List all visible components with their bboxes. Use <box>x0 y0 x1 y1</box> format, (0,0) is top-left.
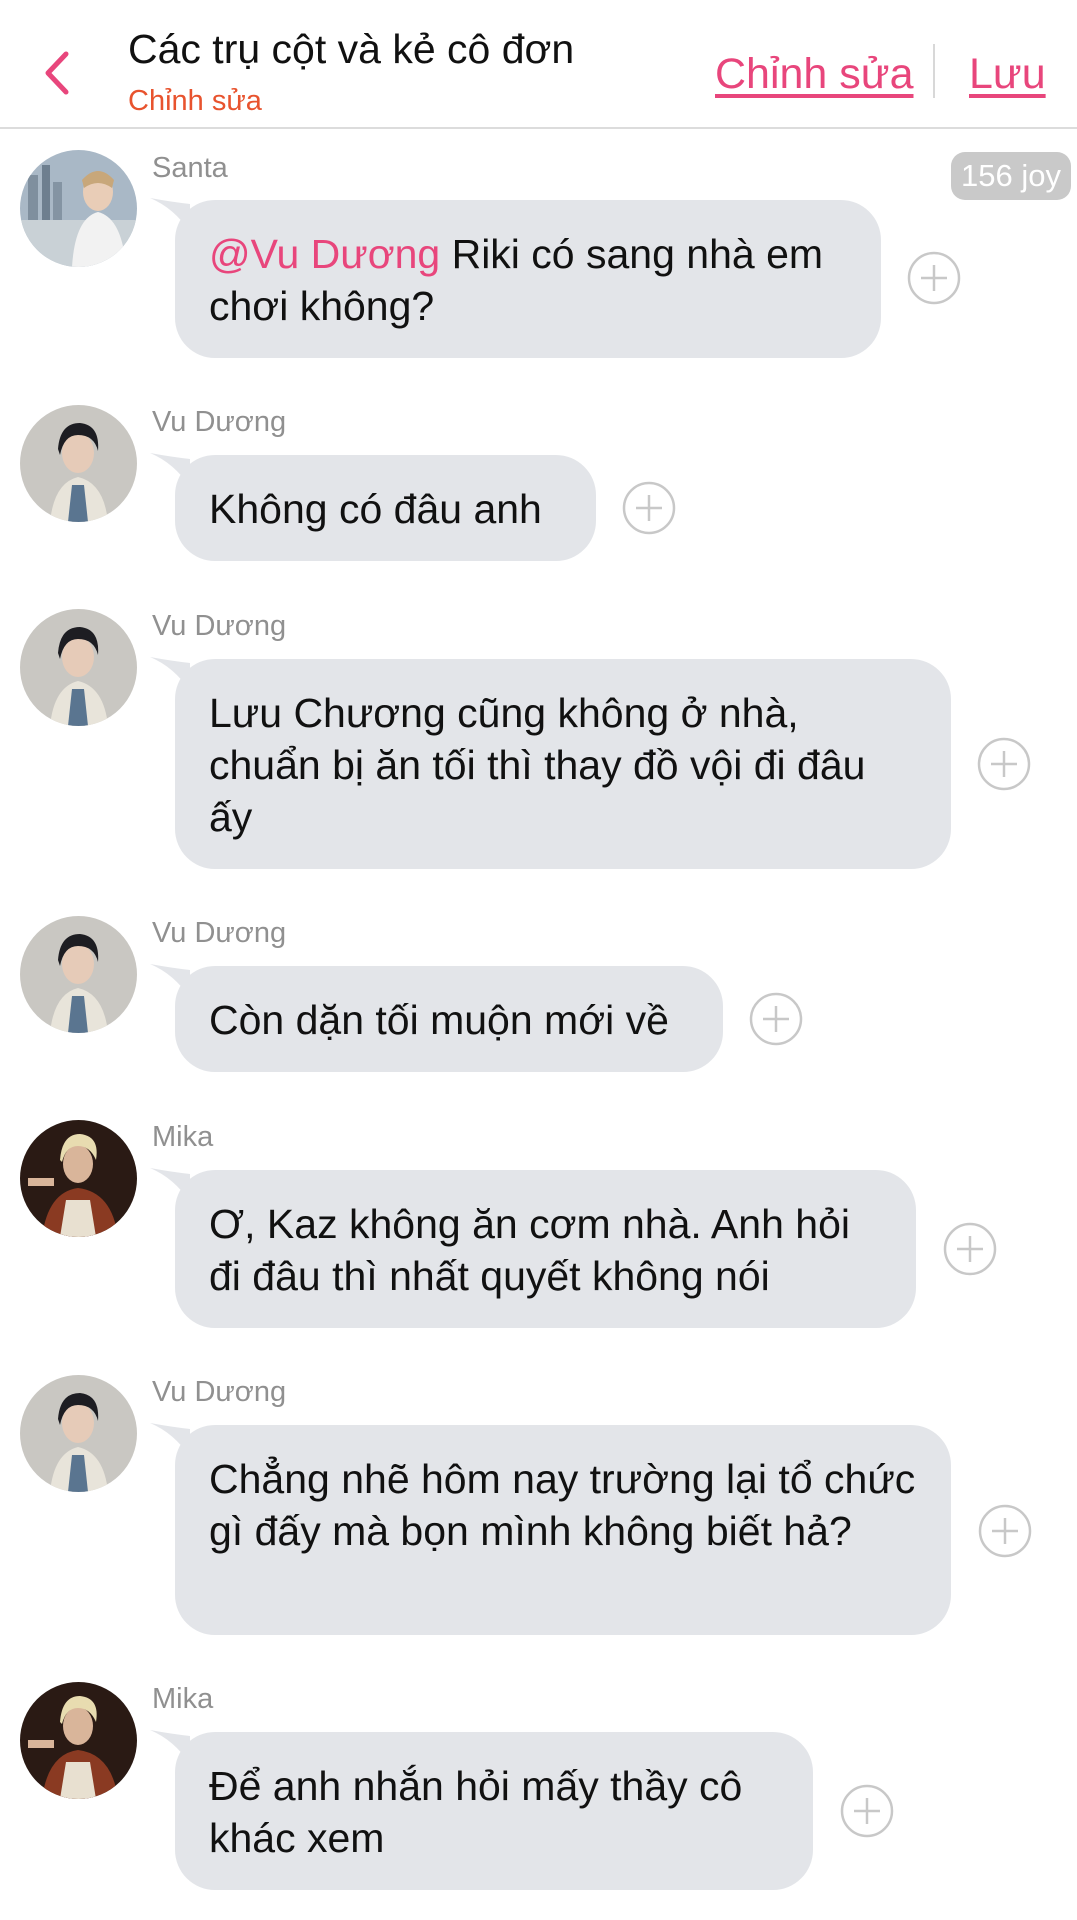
sender-name: Mika <box>152 1121 214 1153</box>
sender-name: Santa <box>152 152 228 184</box>
top-bar: Các trụ cột và kẻ cô đơn Chỉnh sửa Chỉnh… <box>0 0 1077 129</box>
message-text: Không có đâu anh <box>209 486 542 532</box>
message-text: Để anh nhắn hỏi mấy thầy cô khác xem <box>209 1763 743 1861</box>
plus-circle-icon <box>978 1504 1032 1558</box>
sender-name: Mika <box>152 1683 214 1715</box>
avatar-vu-duong[interactable] <box>20 1375 137 1492</box>
add-reaction-button[interactable] <box>978 1504 1032 1558</box>
header-divider <box>933 44 935 98</box>
joy-counter-badge: 156 joy <box>951 152 1071 200</box>
sender-name: Vu Dương <box>152 917 287 949</box>
message-bubble[interactable]: @Vu Dương Riki có sang nhà em chơi không… <box>175 200 881 358</box>
plus-circle-icon <box>977 737 1031 791</box>
mention-link[interactable]: @Vu Dương <box>209 231 440 277</box>
avatar-image <box>20 1375 137 1492</box>
add-reaction-button[interactable] <box>840 1784 894 1838</box>
avatar-image <box>20 1120 137 1237</box>
message-text: Chẳng nhẽ hôm nay trường lại tổ chức gì … <box>209 1456 916 1554</box>
plus-circle-icon <box>749 992 803 1046</box>
avatar-image <box>20 609 137 726</box>
avatar-vu-duong[interactable] <box>20 916 137 1033</box>
sender-name: Vu Dương <box>152 1376 287 1408</box>
message-bubble[interactable]: Không có đâu anh <box>175 455 596 561</box>
message-bubble[interactable]: Lưu Chương cũng không ở nhà, chuẩn bị ăn… <box>175 659 951 869</box>
avatar-image <box>20 916 137 1033</box>
message-text: Ơ, Kaz không ăn cơm nhà. Anh hỏi đi đâu … <box>209 1201 850 1299</box>
chevron-left-icon <box>45 51 69 95</box>
add-reaction-button[interactable] <box>943 1222 997 1276</box>
avatar-mika[interactable] <box>20 1120 137 1237</box>
plus-circle-icon <box>622 481 676 535</box>
avatar-vu-duong[interactable] <box>20 405 137 522</box>
message-bubble[interactable]: Ơ, Kaz không ăn cơm nhà. Anh hỏi đi đâu … <box>175 1170 916 1328</box>
edit-button[interactable]: Chỉnh sửa <box>715 50 914 99</box>
add-reaction-button[interactable] <box>749 992 803 1046</box>
chat-title: Các trụ cột và kẻ cô đơn <box>128 26 575 72</box>
message-bubble[interactable]: Chẳng nhẽ hôm nay trường lại tổ chức gì … <box>175 1425 951 1635</box>
plus-circle-icon <box>943 1222 997 1276</box>
plus-circle-icon <box>907 251 961 305</box>
avatar-mika[interactable] <box>20 1682 137 1799</box>
add-reaction-button[interactable] <box>622 481 676 535</box>
avatar-image <box>20 1682 137 1799</box>
save-button[interactable]: Lưu <box>969 50 1046 99</box>
message-text: Lưu Chương cũng không ở nhà, chuẩn bị ăn… <box>209 690 866 840</box>
message-text: Còn dặn tối muộn mới về <box>209 997 669 1043</box>
message-bubble[interactable]: Để anh nhắn hỏi mấy thầy cô khác xem <box>175 1732 813 1890</box>
add-reaction-button[interactable] <box>977 737 1031 791</box>
chat-subtitle: Chỉnh sửa <box>128 85 262 117</box>
message-bubble[interactable]: Còn dặn tối muộn mới về <box>175 966 723 1072</box>
plus-circle-icon <box>840 1784 894 1838</box>
sender-name: Vu Dương <box>152 406 287 438</box>
avatar-vu-duong[interactable] <box>20 609 137 726</box>
back-button[interactable] <box>38 50 78 96</box>
avatar-image <box>20 405 137 522</box>
add-reaction-button[interactable] <box>907 251 961 305</box>
avatar-santa[interactable] <box>20 150 137 267</box>
avatar-image <box>20 150 137 267</box>
sender-name: Vu Dương <box>152 610 287 642</box>
